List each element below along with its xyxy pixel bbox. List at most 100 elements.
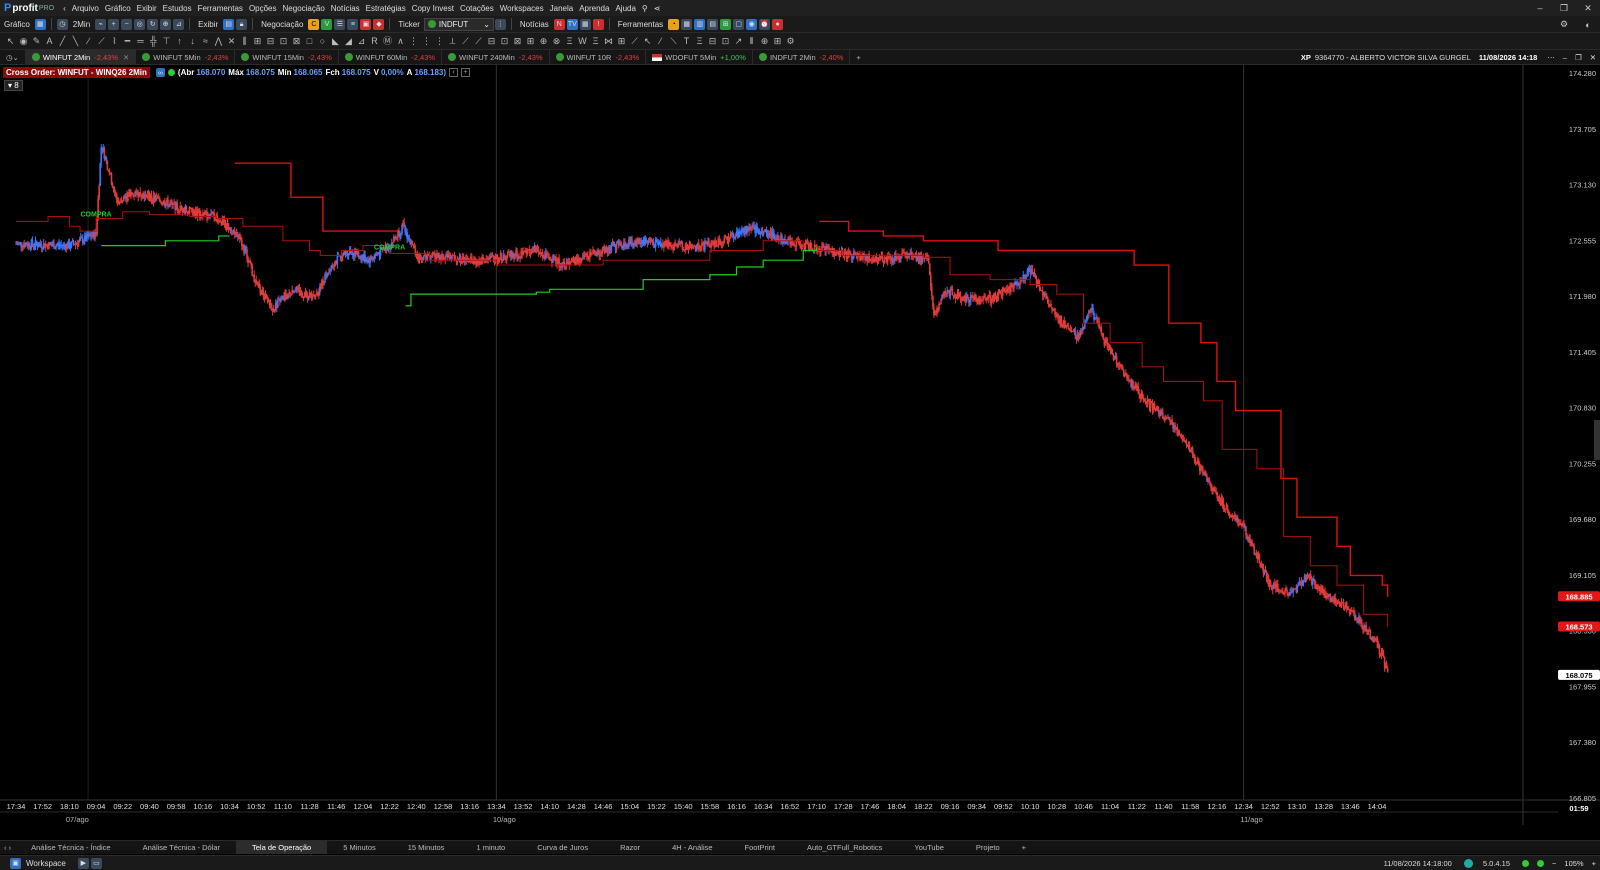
news-red-icon[interactable]: N xyxy=(553,18,565,30)
record-icon[interactable]: ● xyxy=(772,18,784,30)
drawing-tool-27-icon[interactable]: ⊿ xyxy=(356,36,367,47)
minimize-icon[interactable]: – xyxy=(1528,3,1552,13)
drawing-tool-36-icon[interactable]: ⟋ xyxy=(473,36,484,47)
drawing-tool-33-icon[interactable]: ⋮ xyxy=(434,36,445,47)
menu-item-7[interactable]: Notícias xyxy=(328,4,363,13)
workspace-tab-1[interactable]: Análise Técnica - Dólar xyxy=(127,841,236,854)
menu-item-2[interactable]: Exibir xyxy=(134,4,160,13)
calendar-icon[interactable]: ▦ xyxy=(579,18,591,30)
drawing-tool-10-icon[interactable]: ═ xyxy=(135,36,146,47)
compare-icon[interactable]: ⌁ xyxy=(95,18,107,30)
workspace-label[interactable]: Workspace xyxy=(22,859,70,868)
chart-canvas[interactable]: 174.280 173.705 173.130 172.555 171.980 171.4… xyxy=(0,65,1600,825)
price-chart[interactable]: 174.280 173.705 173.130 172.555 171.980 171.4… xyxy=(0,65,1600,825)
table-icon[interactable]: ▤ xyxy=(707,18,719,30)
drawing-tool-59-icon[interactable]: ⊞ xyxy=(772,36,783,47)
menu-item-1[interactable]: Gráfico xyxy=(102,4,134,13)
drawing-tool-45-icon[interactable]: Ξ xyxy=(590,36,601,47)
workspace-tab-4[interactable]: 15 Minutos xyxy=(392,841,461,854)
drawing-tool-5-icon[interactable]: ╲ xyxy=(70,36,81,47)
drawing-tool-32-icon[interactable]: ⋮ xyxy=(421,36,432,47)
restore-icon[interactable]: ❐ xyxy=(1552,3,1576,14)
close-tab-icon[interactable]: ✕ xyxy=(123,53,129,62)
workspace-tab-6[interactable]: Curva de Juros xyxy=(521,841,604,854)
chart-tab-3[interactable]: WINFUT 60Min -2,43% xyxy=(339,50,443,64)
zoom-fit-icon[interactable]: ◎ xyxy=(134,18,146,30)
sell-order-icon[interactable]: V xyxy=(321,18,333,30)
drawing-tool-29-icon[interactable]: Ⓜ xyxy=(382,36,393,47)
workspace-tab-9[interactable]: FootPrint xyxy=(729,841,791,854)
chart-tab-7[interactable]: INDFUT 2Min -2,40% xyxy=(753,50,851,64)
drawing-tool-18-icon[interactable]: ⫼ xyxy=(239,36,250,47)
gear-icon[interactable]: ⚙ xyxy=(1552,19,1576,30)
orders-list-icon[interactable]: ≡ xyxy=(347,18,359,30)
menu-item-6[interactable]: Negociação xyxy=(280,4,328,13)
drawing-tool-4-icon[interactable]: ╱ xyxy=(57,36,68,47)
more-options-icon[interactable]: ⋯ xyxy=(1547,53,1555,62)
drawing-tool-30-icon[interactable]: ∧ xyxy=(395,36,406,47)
drawing-tool-44-icon[interactable]: W xyxy=(577,36,588,47)
drawing-tool-16-icon[interactable]: ⋀ xyxy=(213,36,224,47)
workspace-tab-5[interactable]: 1 minuto xyxy=(460,841,521,854)
back-chevron-icon[interactable]: ‹ xyxy=(60,4,69,13)
drawing-tool-1-icon[interactable]: ◉ xyxy=(18,36,29,47)
drawing-tool-57-icon[interactable]: ⦀ xyxy=(746,36,757,47)
cross-order-select[interactable]: Cross Order: WINFUT - WINQ26 2Min xyxy=(3,67,150,78)
drawing-tool-60-icon[interactable]: ⚙ xyxy=(785,36,796,47)
zoom-out-icon[interactable]: − xyxy=(121,18,133,30)
drawing-tool-23-icon[interactable]: □ xyxy=(304,36,315,47)
workspace-tab-0[interactable]: Análise Técnica - Índice xyxy=(15,841,127,854)
chart-tab-6[interactable]: WDOFUT 5Min +1,00% xyxy=(646,50,753,64)
zoom-out-status-icon[interactable]: − xyxy=(1552,859,1556,868)
drawing-tool-12-icon[interactable]: ⊤ xyxy=(161,36,172,47)
drawing-tool-34-icon[interactable]: ⟂ xyxy=(447,36,458,47)
drawing-tool-8-icon[interactable]: ⌇ xyxy=(109,36,120,47)
drawing-tool-9-icon[interactable]: ━ xyxy=(122,36,133,47)
drawing-tool-6-icon[interactable]: ∕ xyxy=(83,36,94,47)
interval-select[interactable]: 2Min xyxy=(69,20,94,29)
close-window-icon[interactable]: ✕ xyxy=(1590,53,1596,62)
chat-icon[interactable]: ◉ xyxy=(746,18,758,30)
drawing-tool-15-icon[interactable]: ≈ xyxy=(200,36,211,47)
chart-tab-0[interactable]: WINFUT 2Min -2,43% ✕ xyxy=(25,50,137,64)
add-tab-icon[interactable]: + xyxy=(850,50,866,64)
drawing-tool-42-icon[interactable]: ⊗ xyxy=(551,36,562,47)
chart-tab-1[interactable]: WINFUT 5Min -2,43% xyxy=(136,50,236,64)
crosshair-icon[interactable]: ⊕ xyxy=(160,18,172,30)
alarm-icon[interactable]: ⏰ xyxy=(759,18,771,30)
ticker-list-icon[interactable]: ⋮ xyxy=(494,18,506,30)
minimize-window-icon[interactable]: – xyxy=(1563,53,1567,62)
play-icon[interactable]: ▶ xyxy=(77,857,89,869)
tv-news-icon[interactable]: TV xyxy=(566,18,578,30)
drawing-tool-38-icon[interactable]: ⊡ xyxy=(499,36,510,47)
link-icon[interactable]: ∞ xyxy=(155,68,165,77)
zoom-in-icon[interactable]: + xyxy=(108,18,120,30)
close-icon[interactable]: ✕ xyxy=(1576,3,1600,14)
drawing-tool-19-icon[interactable]: ⊞ xyxy=(252,36,263,47)
alert-news-icon[interactable]: ! xyxy=(592,18,604,30)
drawing-tool-14-icon[interactable]: ↓ xyxy=(187,36,198,47)
menu-item-14[interactable]: Ajuda xyxy=(612,4,638,13)
drawing-tool-25-icon[interactable]: ◣ xyxy=(330,36,341,47)
search-icon[interactable]: ⚲ xyxy=(639,4,651,13)
drawing-tool-40-icon[interactable]: ⊞ xyxy=(525,36,536,47)
workspace-tab-12[interactable]: Projeto xyxy=(960,841,1016,854)
menu-item-4[interactable]: Ferramentas xyxy=(195,4,246,13)
drawing-tool-43-icon[interactable]: Ξ xyxy=(564,36,575,47)
book-icon[interactable]: ☰ xyxy=(334,18,346,30)
clock-icon[interactable]: ◷ xyxy=(56,18,68,30)
share-icon[interactable]: ⋖ xyxy=(651,4,664,13)
scroll-left-icon[interactable]: ‹ › xyxy=(0,841,15,854)
drawing-tool-52-icon[interactable]: T xyxy=(681,36,692,47)
lock-icon[interactable]: 🔒︎ xyxy=(236,18,248,30)
workspace-tab-10[interactable]: Auto_GTFull_Robotics xyxy=(791,841,898,854)
drawing-tool-11-icon[interactable]: ╬ xyxy=(148,36,159,47)
scanner-icon[interactable]: ▥ xyxy=(694,18,706,30)
drawing-tool-47-icon[interactable]: ⊞ xyxy=(616,36,627,47)
drawing-tool-28-icon[interactable]: R xyxy=(369,36,380,47)
drawing-tool-53-icon[interactable]: Ξ xyxy=(694,36,705,47)
drawing-tool-50-icon[interactable]: ⁄ xyxy=(655,36,666,47)
zoom-in-status-icon[interactable]: + xyxy=(1592,859,1596,868)
restore-window-icon[interactable]: ❐ xyxy=(1575,53,1582,62)
grid-icon[interactable]: ▦ xyxy=(681,18,693,30)
